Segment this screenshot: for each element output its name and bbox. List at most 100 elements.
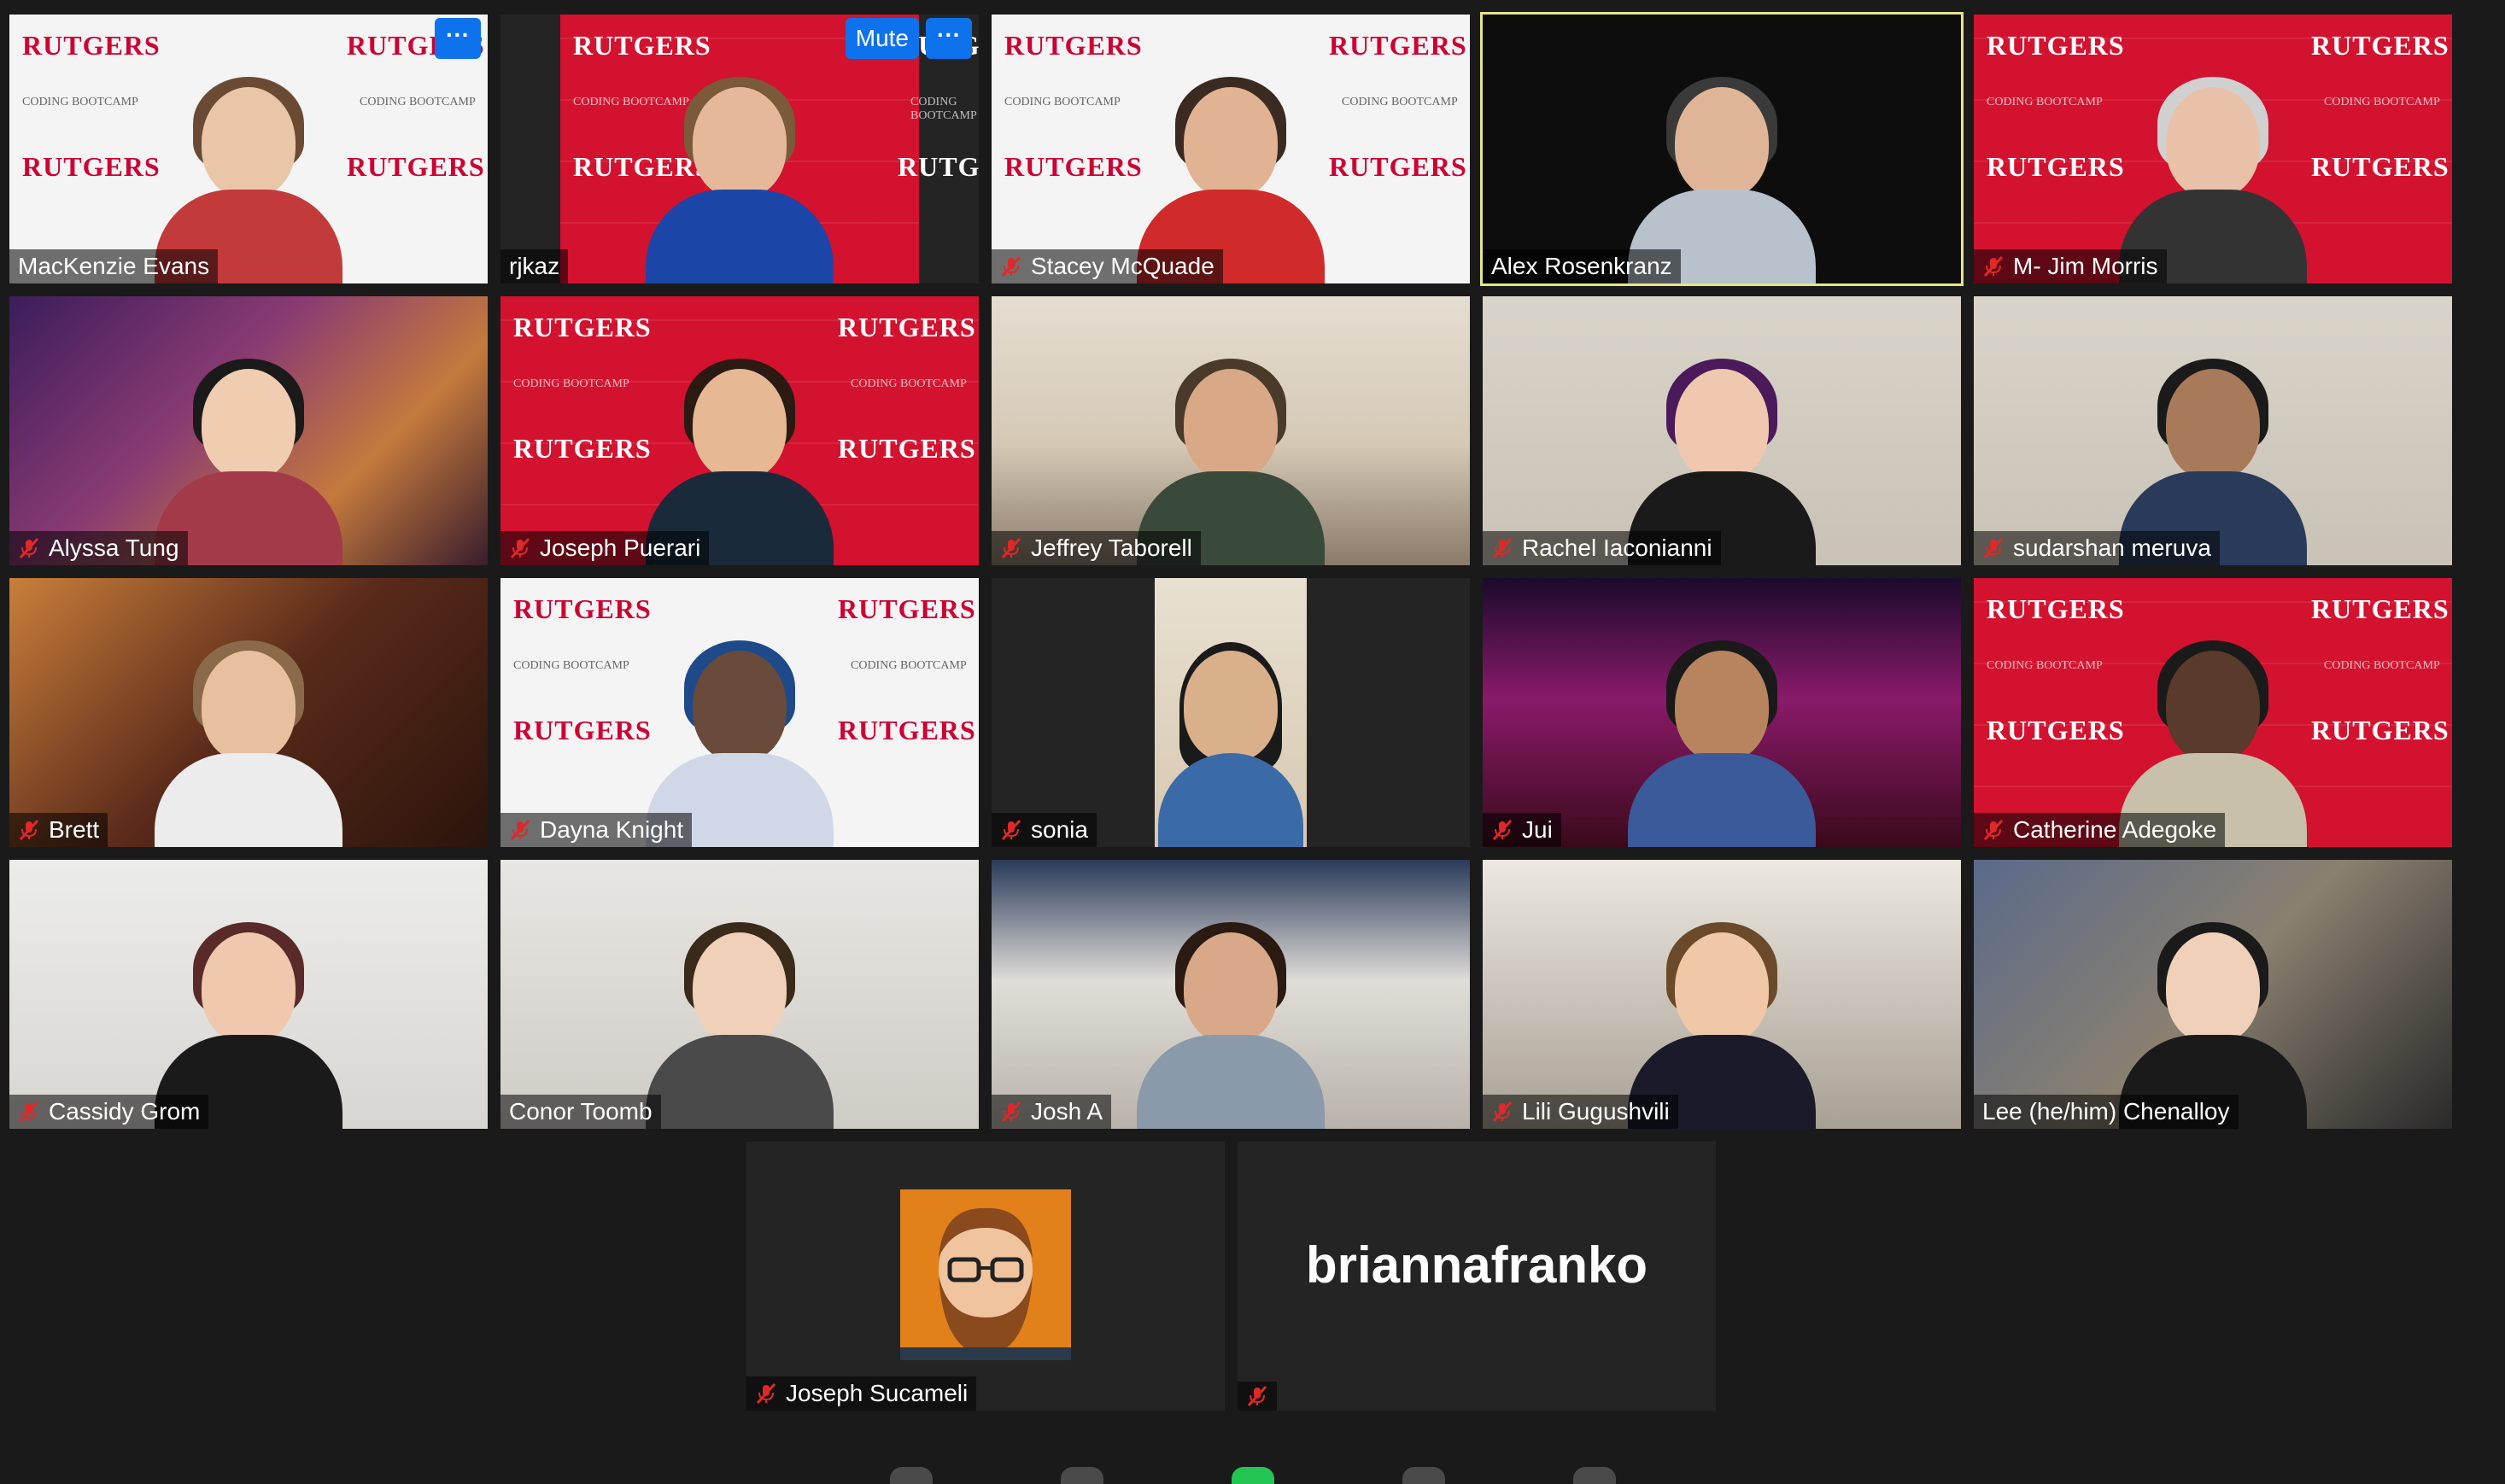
reactions-button[interactable] [1572, 1467, 1616, 1484]
video-tile-lili-gugushvili[interactable]: Lili Gugushvili [1483, 860, 1961, 1129]
video-tile-cassidy-grom[interactable]: Cassidy Grom [9, 860, 488, 1129]
rutgers-logo-text: RUTGERS [513, 312, 652, 342]
participant-nameplate: Catherine Adegoke [1974, 813, 2226, 847]
participant-nameplate: Stacey McQuade [992, 249, 1223, 283]
rutgers-logo-text: RUTGERS [22, 151, 161, 182]
muted-microphone-icon [1000, 1101, 1022, 1123]
rutgers-logo-text: RUTGERS [838, 312, 976, 342]
bootcamp-text: CODING BOOTCAMP [910, 96, 977, 122]
participant-name: Stacey McQuade [1031, 253, 1214, 279]
participant-nameplate: Alyssa Tung [9, 531, 188, 565]
participant-name: Rachel Iaconianni [1522, 535, 1712, 561]
video-tile-alex-rosenkranz[interactable]: Alex Rosenkranz [1480, 12, 1964, 286]
participants-button[interactable] [889, 1467, 933, 1484]
participant-name: Conor Toomb [509, 1098, 653, 1125]
participant-nameplate: sudarshan meruva [1974, 531, 2220, 565]
muted-microphone-icon [1491, 1101, 1513, 1123]
video-tile-mackenzie-evans[interactable]: RUTGERS RUTGERS RUTGERS RUTGERS CODING BOOTC… [9, 15, 488, 283]
rutgers-logo-text: RUTGERS [347, 151, 485, 182]
muted-microphone-icon [18, 819, 40, 841]
video-tile-brett[interactable]: Brett [9, 578, 488, 847]
participant-nameplate [1238, 1382, 1277, 1411]
meeting-toolbar [0, 1458, 2505, 1484]
rutgers-logo-text: RUTGERS [573, 30, 711, 61]
bootcamp-text: CODING BOOTCAMP [1004, 96, 1121, 108]
bootcamp-text: CODING BOOTCAMP [360, 96, 476, 108]
participant-name: sonia [1031, 816, 1088, 843]
portrait-video-frame [1155, 578, 1307, 847]
muted-microphone-icon [1982, 255, 2005, 278]
video-tile-josh-a[interactable]: Josh A [992, 860, 1470, 1129]
muted-microphone-icon [509, 537, 531, 559]
chat-button[interactable] [1060, 1467, 1103, 1484]
rutgers-logo-text: RUTGERS [22, 30, 161, 61]
rutgers-logo-text: RUTGERS [1004, 151, 1143, 182]
participant-nameplate: rjkaz [500, 249, 569, 283]
participant-nameplate: MacKenzie Evans [9, 249, 219, 283]
video-tile-conor-toomb[interactable]: Conor Toomb [500, 860, 979, 1129]
participant-nameplate: Lili Gugushvili [1483, 1095, 1678, 1129]
video-tile-lee-he-him-chenalloy[interactable]: Lee (he/him) Chenalloy [1974, 860, 2452, 1129]
participant-video [646, 915, 834, 1129]
bootcamp-text: CODING BOOTCAMP [513, 659, 629, 672]
participant-name: Joseph Sucameli [786, 1380, 969, 1406]
video-tile-m-jim-morris[interactable]: RUTGERS RUTGERS RUTGERS RUTGERS CODING BOOTC… [1974, 15, 2452, 283]
video-tile-briannafranko[interactable]: briannafranko [1238, 1142, 1716, 1411]
participant-nameplate: Dayna Knight [500, 813, 693, 847]
rutgers-logo-text: RUTGERS [513, 715, 652, 745]
participant-nameplate: Joseph Puerari [500, 531, 710, 565]
record-button[interactable] [1402, 1467, 1445, 1484]
participant-nameplate: Brett [9, 813, 108, 847]
video-tile-stacey-mcquade[interactable]: RUTGERS RUTGERS RUTGERS RUTGERS CODING BOOTC… [992, 15, 1470, 283]
video-tile-sudarshan-meruva[interactable]: sudarshan meruva [1974, 296, 2452, 565]
participant-display-name: briannafranko [1305, 1236, 1648, 1294]
participant-video [155, 634, 342, 847]
muted-microphone-icon [1000, 819, 1022, 841]
bootcamp-text: CODING BOOTCAMP [2324, 659, 2440, 672]
video-tile-catherine-adegoke[interactable]: RUTGERS RUTGERS RUTGERS RUTGERS CODING BOOTC… [1974, 578, 2452, 847]
bootcamp-text: CODING BOOTCAMP [1987, 96, 2103, 108]
muted-microphone-icon [1246, 1385, 1268, 1407]
video-tile-alyssa-tung[interactable]: Alyssa Tung [9, 296, 488, 565]
muted-microphone-icon [1000, 537, 1022, 559]
participant-name: Lili Gugushvili [1522, 1098, 1670, 1125]
muted-microphone-icon [1491, 819, 1513, 841]
mute-button[interactable]: Mute [845, 18, 919, 59]
participant-name: Catherine Adegoke [2013, 816, 2217, 843]
video-tile-rjkaz[interactable]: RUTGERSRUTGERSRUTGERSRUTGERSCODING BOOTC… [500, 15, 979, 283]
participant-video [1158, 634, 1303, 847]
rutgers-logo-text: RUTGERS [1987, 715, 2125, 745]
participant-name: Lee (he/him) Chenalloy [1982, 1098, 2230, 1125]
bootcamp-text: CODING BOOTCAMP [1987, 659, 2103, 672]
video-tile-dayna-knight[interactable]: RUTGERS RUTGERS RUTGERS RUTGERS CODING BOOTC… [500, 578, 979, 847]
participant-nameplate: sonia [992, 813, 1097, 847]
video-tile-jui[interactable]: Jui [1483, 578, 1961, 847]
more-options-button[interactable]: ··· [926, 18, 972, 59]
share-screen-button[interactable] [1231, 1467, 1274, 1484]
more-options-button[interactable]: ··· [435, 18, 481, 59]
participant-name: Dayna Knight [540, 816, 684, 843]
participant-name: Josh A [1031, 1098, 1103, 1125]
participant-nameplate: Rachel Iaconianni [1483, 531, 1721, 565]
participant-name: Alex Rosenkranz [1491, 253, 1672, 279]
participant-name: Jeffrey Taborell [1031, 535, 1192, 561]
rutgers-logo-text: RUTGERS [2311, 30, 2449, 61]
bootcamp-text: CODING BOOTCAMP [851, 659, 967, 672]
muted-microphone-icon [755, 1382, 777, 1405]
video-grid-bottom-row: Joseph Sucameli briannafranko [746, 1142, 1716, 1411]
participant-nameplate: Jeffrey Taborell [992, 531, 1201, 565]
bootcamp-text: CODING BOOTCAMP [2324, 96, 2440, 108]
video-grid: RUTGERS RUTGERS RUTGERS RUTGERS CODING BOOTC… [9, 12, 2452, 1129]
participant-name: Jui [1522, 816, 1553, 843]
participant-name: Brett [49, 816, 100, 843]
participant-nameplate: Jui [1483, 813, 1561, 847]
video-tile-joseph-puerari[interactable]: RUTGERS RUTGERS RUTGERS RUTGERS CODING BOOTC… [500, 296, 979, 565]
video-tile-rachel-iaconianni[interactable]: Rachel Iaconianni [1483, 296, 1961, 565]
bootcamp-text: CODING BOOTCAMP [22, 96, 138, 108]
video-tile-joseph-sucameli[interactable]: Joseph Sucameli [746, 1142, 1225, 1411]
video-tile-sonia[interactable]: sonia [992, 578, 1470, 847]
participant-video [1137, 915, 1325, 1129]
participant-nameplate: M- Jim Morris [1974, 249, 2167, 283]
participant-video [1628, 634, 1816, 847]
video-tile-jeffrey-taborell[interactable]: Jeffrey Taborell [992, 296, 1470, 565]
